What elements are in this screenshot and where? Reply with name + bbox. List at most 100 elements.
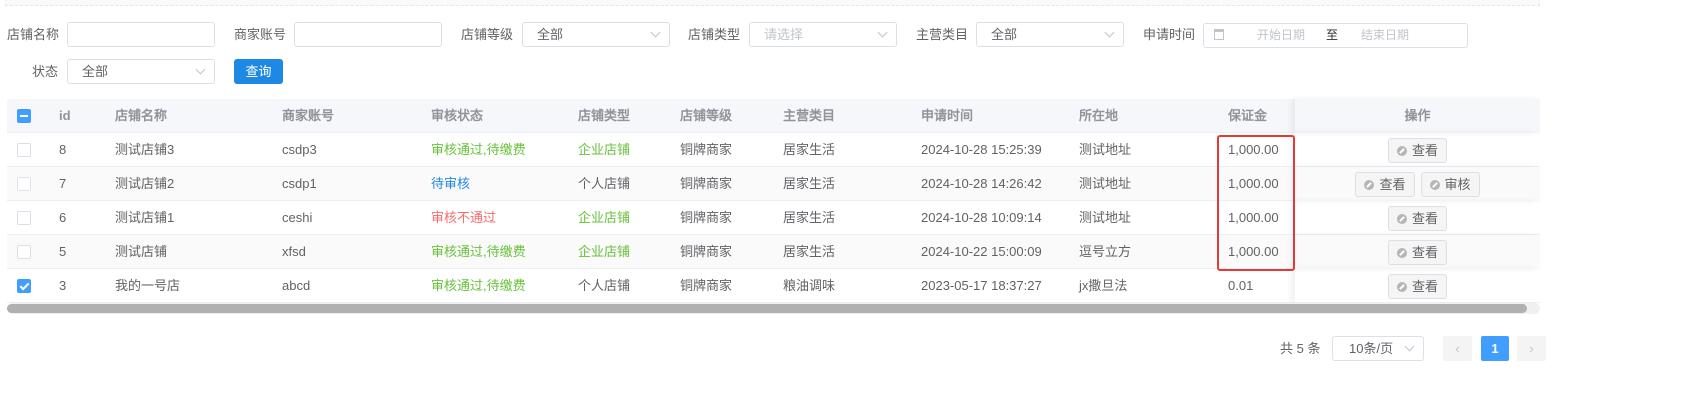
cell-category: 居家生活 — [783, 210, 836, 225]
cell-account: csdp3 — [282, 142, 317, 157]
cell-shop-level: 铜牌商家 — [680, 210, 733, 225]
page-1-button[interactable]: 1 — [1481, 336, 1509, 361]
row-actions: 查看 — [1295, 133, 1540, 167]
apply-time-range[interactable]: 开始日期 至 结束日期 — [1203, 23, 1468, 48]
cell-shop-type: 企业店铺 — [578, 210, 631, 225]
select-all-checkbox[interactable] — [17, 109, 31, 123]
view-button[interactable]: 查看 — [1387, 274, 1447, 300]
table-row: 6 测试店铺1 ceshi 审核不通过 企业店铺 铜牌商家 居家生活 2024-10-28 1… — [7, 201, 1540, 235]
cell-shop-level: 铜牌商家 — [680, 244, 733, 259]
cell-account: ceshi — [282, 210, 313, 225]
start-date-input[interactable]: 开始日期 — [1257, 24, 1305, 47]
status-value: 全部 — [82, 64, 109, 79]
cell-shop-name: 测试店铺3 — [115, 142, 175, 157]
scrollbar-thumb[interactable] — [7, 304, 1527, 313]
chevron-right-icon: › — [1529, 341, 1534, 356]
row-checkbox[interactable] — [17, 245, 31, 259]
top-panel — [5, 0, 1540, 6]
main-category-value: 全部 — [991, 27, 1018, 42]
chevron-down-icon — [650, 27, 661, 38]
row-checkbox[interactable] — [17, 177, 31, 191]
edit-icon — [1396, 214, 1407, 225]
action-label: 审核 — [1444, 177, 1471, 193]
cell-location: 测试地址 — [1079, 176, 1132, 191]
cell-shop-name: 测试店铺 — [115, 244, 168, 259]
cell-shop-type: 企业店铺 — [578, 244, 631, 259]
header-level: 店铺等级 — [680, 108, 733, 123]
edit-icon — [1364, 180, 1375, 191]
merchant-account-input[interactable] — [294, 22, 442, 47]
cell-shop-type: 个人店铺 — [578, 176, 631, 191]
main-category-select[interactable]: 全部 — [976, 22, 1124, 47]
row-actions: 查看 — [1295, 269, 1540, 303]
cell-shop-type: 个人店铺 — [578, 278, 631, 293]
cell-location: jx撒旦法 — [1079, 278, 1128, 293]
horizontal-scrollbar[interactable] — [7, 303, 1540, 314]
main-category-label: 主营类目 — [916, 27, 969, 42]
calendar-icon — [1214, 29, 1224, 40]
shop-name-input[interactable] — [67, 22, 215, 47]
row-actions: 查看 — [1295, 201, 1540, 235]
cell-apply-time: 2024-10-28 15:25:39 — [921, 142, 1042, 157]
view-button[interactable]: 查看 — [1355, 172, 1415, 198]
cell-row-id: 5 — [59, 244, 67, 259]
edit-icon — [1396, 146, 1407, 157]
cell-location: 逗号立方 — [1079, 244, 1132, 259]
shop-level-label: 店铺等级 — [461, 27, 514, 42]
cell-account: xfsd — [282, 244, 306, 259]
shop-name-label: 店铺名称 — [7, 27, 60, 42]
table-row: 5 测试店铺 xfsd 审核通过,待缴费 企业店铺 铜牌商家 居家生活 2024-10-22 … — [7, 235, 1540, 269]
cell-row-id: 7 — [59, 176, 67, 191]
shop-type-placeholder: 请选择 — [764, 27, 804, 42]
cell-apply-time: 2024-10-28 14:26:42 — [921, 176, 1042, 191]
end-date-input[interactable]: 结束日期 — [1361, 24, 1409, 47]
view-button[interactable]: 查看 — [1387, 206, 1447, 232]
chevron-down-icon — [877, 27, 888, 38]
view-button[interactable]: 查看 — [1387, 138, 1447, 164]
action-label: 查看 — [1411, 143, 1438, 159]
action-label: 查看 — [1379, 177, 1406, 193]
shop-type-select[interactable]: 请选择 — [749, 22, 897, 47]
header-shop-name: 店铺名称 — [115, 108, 168, 123]
cell-category: 居家生活 — [783, 244, 836, 259]
prev-page-button[interactable]: ‹ — [1443, 336, 1472, 361]
cell-status: 审核不通过 — [431, 210, 497, 225]
cell-status: 审核通过,待缴费 — [431, 142, 526, 157]
action-label: 查看 — [1411, 245, 1438, 261]
shop-level-value: 全部 — [537, 27, 564, 42]
cell-account: csdp1 — [282, 176, 317, 191]
next-page-button[interactable]: › — [1517, 336, 1546, 361]
query-button[interactable]: 查询 — [234, 59, 283, 84]
header-account: 商家账号 — [282, 108, 335, 123]
cell-category: 居家生活 — [783, 176, 836, 191]
cell-shop-level: 铜牌商家 — [680, 176, 733, 191]
cell-deposit: 0.01 — [1228, 278, 1254, 293]
view-button[interactable]: 查看 — [1387, 240, 1447, 266]
total-count: 共 5 条 — [1280, 341, 1321, 356]
merchant-account-label: 商家账号 — [234, 27, 287, 42]
status-select[interactable]: 全部 — [67, 59, 215, 84]
header-time: 申请时间 — [921, 108, 974, 123]
cell-row-id: 3 — [59, 278, 67, 293]
shop-level-select[interactable]: 全部 — [522, 22, 670, 47]
table-header: id 店铺名称 商家账号 审核状态 店铺类型 店铺等级 主营类目 申请时间 所在… — [7, 99, 1540, 133]
header-actions: 操作 — [1295, 99, 1540, 133]
header-status: 审核状态 — [431, 108, 484, 123]
cell-row-id: 8 — [59, 142, 67, 157]
cell-location: 测试地址 — [1079, 210, 1132, 225]
action-label: 查看 — [1411, 211, 1438, 227]
header-id: id — [59, 108, 71, 123]
edit-icon — [1429, 180, 1440, 191]
header-deposit: 保证金 — [1228, 108, 1268, 123]
cell-apply-time: 2024-10-22 15:00:09 — [921, 244, 1042, 259]
row-checkbox[interactable] — [17, 143, 31, 157]
range-separator: 至 — [1326, 28, 1339, 42]
page-size-select[interactable]: 10条/页 — [1332, 336, 1424, 361]
row-checkbox[interactable] — [17, 211, 31, 225]
review-button[interactable]: 审核 — [1420, 172, 1480, 198]
row-checkbox[interactable] — [17, 279, 31, 293]
header-location: 所在地 — [1079, 108, 1119, 123]
edit-icon — [1396, 248, 1407, 259]
chevron-left-icon: ‹ — [1455, 341, 1460, 356]
table-row: 3 我的一号店 abcd 审核通过,待缴费 个人店铺 铜牌商家 粮油调味 2023-05-17… — [7, 269, 1540, 303]
